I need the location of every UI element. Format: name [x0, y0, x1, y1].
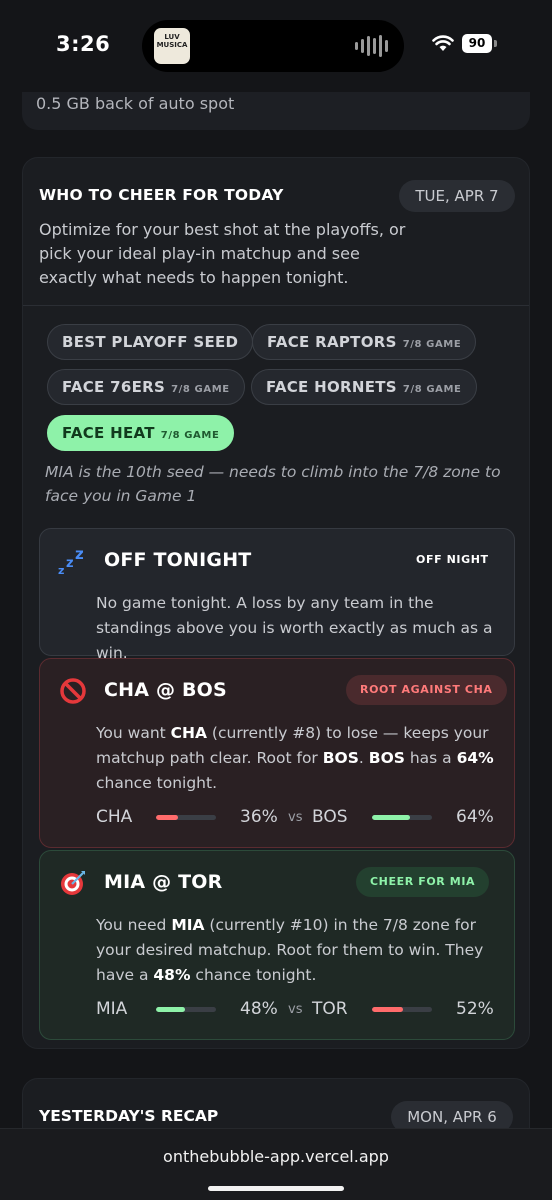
- win-odds-row: MIA 48% vs TOR 52%: [96, 999, 496, 1023]
- team2-odds-bar: [372, 815, 432, 820]
- game-body: You want CHA (currently #8) to lose — ke…: [96, 724, 494, 792]
- game-title: CHA @ BOS: [104, 679, 227, 701]
- team2-pct: 52%: [456, 999, 494, 1019]
- url-text[interactable]: onthebubble-app.vercel.app: [0, 1147, 552, 1166]
- game-body: You need MIA (currently #10) in the 7/8 …: [96, 916, 484, 984]
- wifi-icon: [432, 35, 454, 51]
- chip-label: FACE HORNETS: [266, 378, 397, 396]
- team2-label: BOS: [312, 807, 348, 827]
- status-badge: OFF NIGHT: [416, 553, 489, 566]
- recap-title: YESTERDAY'S RECAP: [39, 1107, 219, 1125]
- card-description: Optimize for your best shot at the playo…: [39, 220, 406, 287]
- chip-label: BEST PLAYOFF SEED: [62, 333, 239, 351]
- dynamic-island[interactable]: LUV MUSICA: [142, 20, 404, 72]
- team1-odds-fill: [156, 1007, 185, 1012]
- game-title: OFF TONIGHT: [104, 549, 252, 571]
- previous-card-text: 0.5 GB back of auto spot: [36, 94, 235, 113]
- team1-odds-bar: [156, 815, 216, 820]
- game-card-mia-tor[interactable]: MIA @ TOR CHEER FOR MIA You need MIA (cu…: [39, 850, 515, 1040]
- team1-pct: 48%: [240, 999, 278, 1019]
- game-body: No game tonight. A loss by any team in t…: [96, 594, 493, 662]
- home-indicator[interactable]: [208, 1186, 344, 1191]
- chip-best-playoff-seed[interactable]: BEST PLAYOFF SEED: [47, 324, 254, 360]
- team1-label: CHA: [96, 807, 133, 827]
- chip-label: FACE RAPTORS: [267, 333, 397, 351]
- target-dart-icon: [58, 869, 88, 899]
- battery-icon: 90: [462, 34, 492, 53]
- status-badge: CHEER FOR MIA: [356, 867, 490, 897]
- sleeping-zzz-icon: z z z: [58, 545, 88, 577]
- team1-odds-fill: [156, 815, 178, 820]
- chip-sub: 7/8 GAME: [160, 430, 220, 441]
- seed-note: MIA is the 10th seed — needs to climb in…: [45, 463, 501, 505]
- game-title: MIA @ TOR: [104, 871, 223, 893]
- team2-odds-fill: [372, 815, 411, 820]
- vs-label: vs: [288, 1002, 303, 1017]
- divider: [23, 305, 529, 306]
- chip-sub: 7/8 GAME: [171, 384, 230, 395]
- win-odds-row: CHA 36% vs BOS 64%: [96, 807, 496, 831]
- who-to-cheer-card: WHO TO CHEER FOR TODAY TUE, APR 7 Optimi…: [22, 157, 530, 1049]
- chip-label: FACE HEAT: [62, 424, 155, 442]
- team2-label: TOR: [312, 999, 348, 1019]
- svg-text:z: z: [58, 564, 64, 577]
- audio-waveform-icon: [355, 35, 388, 57]
- status-badge: ROOT AGAINST CHA: [346, 675, 507, 705]
- album-art-icon: LUV MUSICA: [154, 28, 190, 64]
- team2-odds-bar: [372, 1007, 432, 1012]
- chip-face-raptors[interactable]: FACE RAPTORS 7/8 GAME: [252, 324, 477, 360]
- date-pill[interactable]: TUE, APR 7: [399, 180, 515, 212]
- team1-label: MIA: [96, 999, 128, 1019]
- chip-face-76ers[interactable]: FACE 76ERS 7/8 GAME: [47, 369, 245, 405]
- game-card-off: z z z OFF TONIGHT OFF NIGHT No game toni…: [39, 528, 515, 662]
- game-card-cha-bos[interactable]: CHA @ BOS ROOT AGAINST CHA You want CHA …: [39, 658, 515, 848]
- status-bar: 3:26 LUV MUSICA 90: [0, 0, 552, 92]
- team1-odds-bar: [156, 1007, 216, 1012]
- svg-text:z: z: [75, 547, 84, 563]
- team2-pct: 64%: [456, 807, 494, 827]
- chip-face-heat[interactable]: FACE HEAT 7/8 GAME: [47, 415, 235, 451]
- prohibited-icon: [58, 677, 88, 707]
- vs-label: vs: [288, 810, 303, 825]
- team1-pct: 36%: [240, 807, 278, 827]
- clock-time: 3:26: [56, 32, 111, 56]
- card-title: WHO TO CHEER FOR TODAY: [39, 186, 284, 204]
- svg-text:z: z: [66, 556, 74, 571]
- chip-sub: 7/8 GAME: [402, 339, 462, 350]
- team2-odds-fill: [372, 1007, 404, 1012]
- chip-label: FACE 76ERS: [62, 378, 166, 396]
- chip-sub: 7/8 GAME: [402, 384, 462, 395]
- battery-tip: [494, 40, 497, 47]
- chip-face-hornets[interactable]: FACE HORNETS 7/8 GAME: [251, 369, 477, 405]
